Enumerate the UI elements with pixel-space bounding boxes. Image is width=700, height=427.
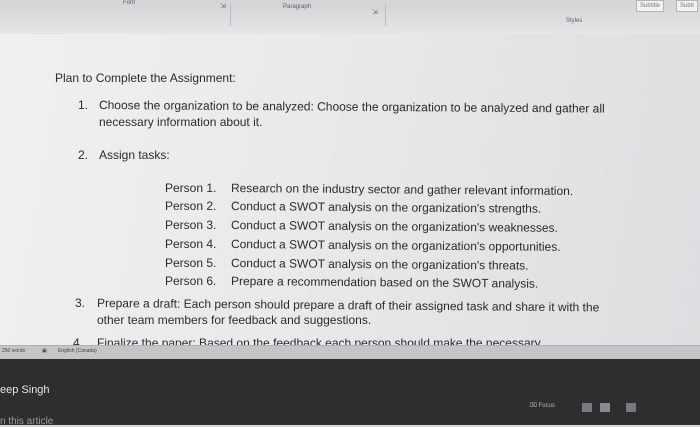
person-task: Prepare a recommendation based on the SW… [230,274,539,291]
focus-button[interactable]: ⌧ Focus [530,402,555,409]
list-item-text: Choose the organization to be analyzed: … [98,98,605,116]
web-layout-icon[interactable] [626,403,636,412]
language-indicator[interactable]: English (Canada) [58,348,97,354]
person-label: Person 3. [165,218,217,232]
style-subtitle-button[interactable]: Subtitle [636,0,665,12]
person-label: Person 5. [165,256,217,270]
document-heading: Plan to Complete the Assignment: [55,71,236,85]
ribbon-separator [230,4,231,26]
person-label: Person 1. [165,181,217,195]
status-bar: 250 words ▣ English (Canada) [0,345,700,360]
styles-group-label: Styles [566,18,583,24]
style-subtle-button[interactable]: Subtl [676,0,698,12]
focus-label: Focus [538,403,555,409]
list-number: 1. [78,98,89,112]
list-item-text: necessary information about it. [99,115,263,129]
list-item-text: Prepare a draft: Each person should prep… [96,296,600,315]
person-task: Research on the industry sector and gath… [230,181,574,198]
paragraph-dialog-launcher-icon[interactable]: ⇲ [372,8,378,16]
ribbon-separator [385,4,386,26]
list-number: 2. [78,148,89,162]
focus-icon: ⌧ [530,403,537,409]
person-task: Conduct a SWOT analysis on the organizat… [230,199,542,216]
user-name: eep Singh [0,384,50,396]
person-task: Conduct a SWOT analysis on the organizat… [230,237,561,254]
list-item-text: Assign tasks: [99,148,170,162]
proofing-icon[interactable]: ▣ [42,348,47,354]
ribbon: Font ⇲ Paragraph ⇲ Styles Subtitle Subtl [0,0,700,35]
list-number: 4. [73,336,84,345]
paragraph-group-label: Paragraph [283,4,312,10]
read-mode-icon[interactable] [582,403,592,412]
person-task: Conduct a SWOT analysis on the organizat… [230,256,529,273]
article-text: n this article [0,416,54,427]
list-item-text: other team members for feedback and sugg… [97,313,372,327]
person-label: Person 6. [165,274,217,288]
word-count[interactable]: 250 words [2,348,25,354]
person-label: Person 2. [165,199,217,213]
list-number: 3. [75,296,86,310]
person-task: Conduct a SWOT analysis on the organizat… [230,218,558,235]
taskbar [0,359,700,425]
font-group-label: Font [123,0,136,6]
list-item-text: Finalize the paper: Based on the feedbac… [97,336,541,345]
document-page[interactable]: Plan to Complete the Assignment: 1. Choo… [0,34,700,345]
print-layout-icon[interactable] [600,403,610,412]
person-label: Person 4. [165,237,217,251]
font-dialog-launcher-icon[interactable]: ⇲ [220,2,226,10]
